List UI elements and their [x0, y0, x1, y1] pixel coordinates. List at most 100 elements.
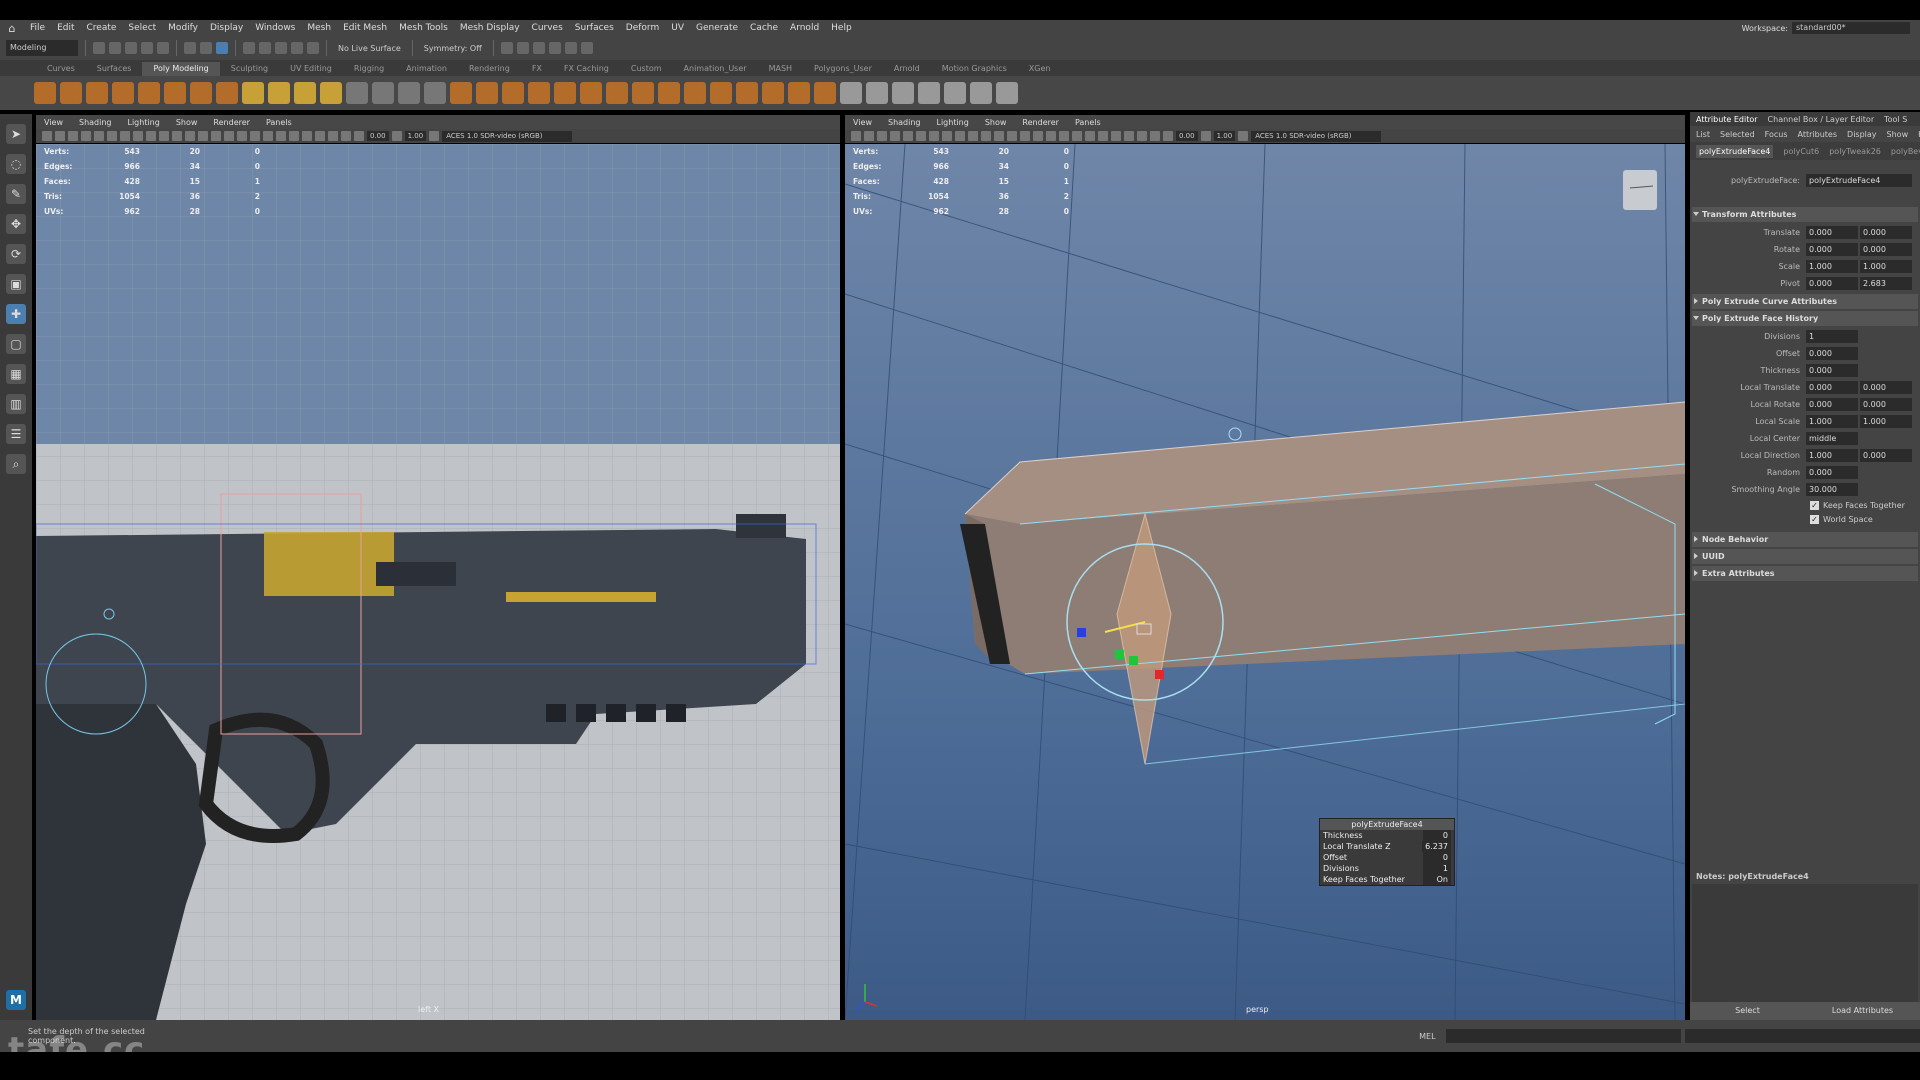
ambient-occlusion-icon[interactable]	[276, 131, 286, 141]
boolean-union-icon[interactable]	[528, 82, 550, 104]
menu-arnold[interactable]: Arnold	[784, 23, 825, 33]
select-component-icon[interactable]	[216, 42, 228, 54]
camera-icon[interactable]	[42, 131, 52, 141]
four-view-icon[interactable]: ▦	[6, 364, 26, 384]
attr-field[interactable]: 0.000	[1860, 449, 1912, 462]
ae-menu-list[interactable]: List	[1696, 130, 1710, 139]
snap-view-icon[interactable]	[291, 42, 303, 54]
checkmark-icon[interactable]: ✓	[1810, 514, 1819, 524]
left-menu-view[interactable]: View	[36, 118, 71, 127]
attr-field[interactable]: 1.000	[1806, 260, 1858, 273]
paint-select-icon[interactable]: ✎	[6, 184, 26, 204]
grid-icon[interactable]	[94, 131, 104, 141]
attr-field[interactable]: 1	[1806, 330, 1858, 343]
keep-faces-together-checkbox[interactable]: ✓ Keep Faces Together	[1690, 498, 1920, 512]
depth-of-field-icon[interactable]	[315, 131, 325, 141]
image-plane-icon[interactable]	[890, 131, 900, 141]
camera-icon[interactable]	[851, 131, 861, 141]
attr-field[interactable]: 1.000	[1806, 449, 1858, 462]
extract-icon[interactable]	[502, 82, 524, 104]
menu-create[interactable]: Create	[81, 23, 123, 33]
reset-transform-icon[interactable]	[996, 82, 1018, 104]
default-material-icon[interactable]	[1007, 131, 1017, 141]
ae-menu-show[interactable]: Show	[1887, 130, 1909, 139]
ae-menu-display[interactable]: Display	[1847, 130, 1877, 139]
safe-action-icon[interactable]	[159, 131, 169, 141]
shelf-tab-rendering[interactable]: Rendering	[458, 62, 521, 76]
bookmark-icon[interactable]	[68, 131, 78, 141]
triangulate-icon[interactable]	[788, 82, 810, 104]
menu-surfaces[interactable]: Surfaces	[569, 23, 620, 33]
shelf-tab-animation[interactable]: Animation	[395, 62, 458, 76]
snap-point-icon[interactable]	[275, 42, 287, 54]
right-menu-lighting[interactable]: Lighting	[928, 118, 976, 127]
attr-field[interactable]: 1.000	[1860, 415, 1912, 428]
symmetry-dropdown[interactable]: Symmetry: Off	[420, 44, 486, 53]
shelf-tab-uv-editing[interactable]: UV Editing	[279, 62, 343, 76]
menu-edit-mesh[interactable]: Edit Mesh	[337, 23, 393, 33]
shelf-tab-custom[interactable]: Custom	[620, 62, 673, 76]
new-scene-icon[interactable]	[93, 42, 105, 54]
tab-attribute-editor[interactable]: Attribute Editor	[1696, 115, 1758, 124]
menu-windows[interactable]: Windows	[249, 23, 301, 33]
xray-active-icon[interactable]	[341, 131, 351, 141]
menu-modify[interactable]: Modify	[162, 23, 204, 33]
menu-mesh[interactable]: Mesh	[301, 23, 337, 33]
in-view-value[interactable]: 1	[1423, 863, 1451, 874]
select-object-icon[interactable]	[200, 42, 212, 54]
shelf-tab-surfaces[interactable]: Surfaces	[86, 62, 143, 76]
move-tool-icon[interactable]: ✥	[6, 214, 26, 234]
attr-field[interactable]: 0.000	[1806, 364, 1858, 377]
ae-menu-attributes[interactable]: Attributes	[1798, 130, 1838, 139]
image-plane-icon[interactable]	[81, 131, 91, 141]
gamma-field[interactable]: 1.00	[1213, 131, 1236, 141]
freeze-transform-icon[interactable]	[944, 82, 966, 104]
right-menu-shading[interactable]: Shading	[880, 118, 929, 127]
poly-extrude-face-history-section[interactable]: Poly Extrude Face History	[1692, 311, 1918, 326]
snap-grid-icon[interactable]	[243, 42, 255, 54]
bridge-icon[interactable]	[658, 82, 680, 104]
right-menu-show[interactable]: Show	[977, 118, 1015, 127]
color-management-icon[interactable]	[1238, 131, 1249, 141]
combine-icon[interactable]	[450, 82, 472, 104]
resolution-gate-icon[interactable]	[120, 131, 130, 141]
mel-label[interactable]: MEL	[1419, 1032, 1435, 1041]
save-scene-icon[interactable]	[125, 42, 137, 54]
zoom-tool-icon[interactable]: ⌕	[6, 454, 26, 474]
poly-cone-icon[interactable]	[112, 82, 134, 104]
use-all-lights-icon[interactable]	[1059, 131, 1069, 141]
multi-cut-icon[interactable]	[840, 82, 862, 104]
right-menu-view[interactable]: View	[845, 118, 880, 127]
ambient-occlusion-icon[interactable]	[1085, 131, 1095, 141]
super-shape-icon[interactable]	[242, 82, 264, 104]
boolean-intersection-icon[interactable]	[580, 82, 602, 104]
hypershade-icon[interactable]	[564, 42, 577, 54]
left-menu-lighting[interactable]: Lighting	[119, 118, 167, 127]
ae-menu-focus[interactable]: Focus	[1765, 130, 1788, 139]
menu-select[interactable]: Select	[122, 23, 162, 33]
smooth-shade-icon[interactable]	[994, 131, 1004, 141]
poly-torus-icon[interactable]	[138, 82, 160, 104]
select-tool-icon[interactable]: ➤	[6, 124, 26, 144]
shadows-icon[interactable]	[1072, 131, 1082, 141]
attr-field[interactable]: 0.000	[1806, 243, 1858, 256]
local-center-dropdown[interactable]: middle	[1806, 432, 1858, 445]
node-tab-polytweak26[interactable]: polyTweak26	[1829, 147, 1881, 156]
attr-field[interactable]: 0.000	[1860, 243, 1912, 256]
shelf-tab-fx[interactable]: FX	[521, 62, 553, 76]
attr-field[interactable]: 30.000	[1806, 483, 1858, 496]
in-view-editor[interactable]: polyExtrudeFace4 Thickness 0 Local Transl…	[1319, 818, 1455, 886]
menu-mesh-tools[interactable]: Mesh Tools	[393, 23, 454, 33]
wireframe-on-shaded-icon[interactable]	[211, 131, 221, 141]
shelf-tab-motion-graphics[interactable]: Motion Graphics	[931, 62, 1018, 76]
xray-icon[interactable]	[224, 131, 234, 141]
gamma-icon[interactable]	[391, 131, 402, 141]
shelf-tab-arnold[interactable]: Arnold	[883, 62, 931, 76]
use-all-lights-icon[interactable]	[250, 131, 260, 141]
camera-attr-icon[interactable]	[55, 131, 65, 141]
make-hole-icon[interactable]	[736, 82, 758, 104]
gamma-field[interactable]: 1.00	[404, 131, 427, 141]
menu-cache[interactable]: Cache	[744, 23, 784, 33]
redo-icon[interactable]	[157, 42, 169, 54]
target-weld-icon[interactable]	[866, 82, 888, 104]
